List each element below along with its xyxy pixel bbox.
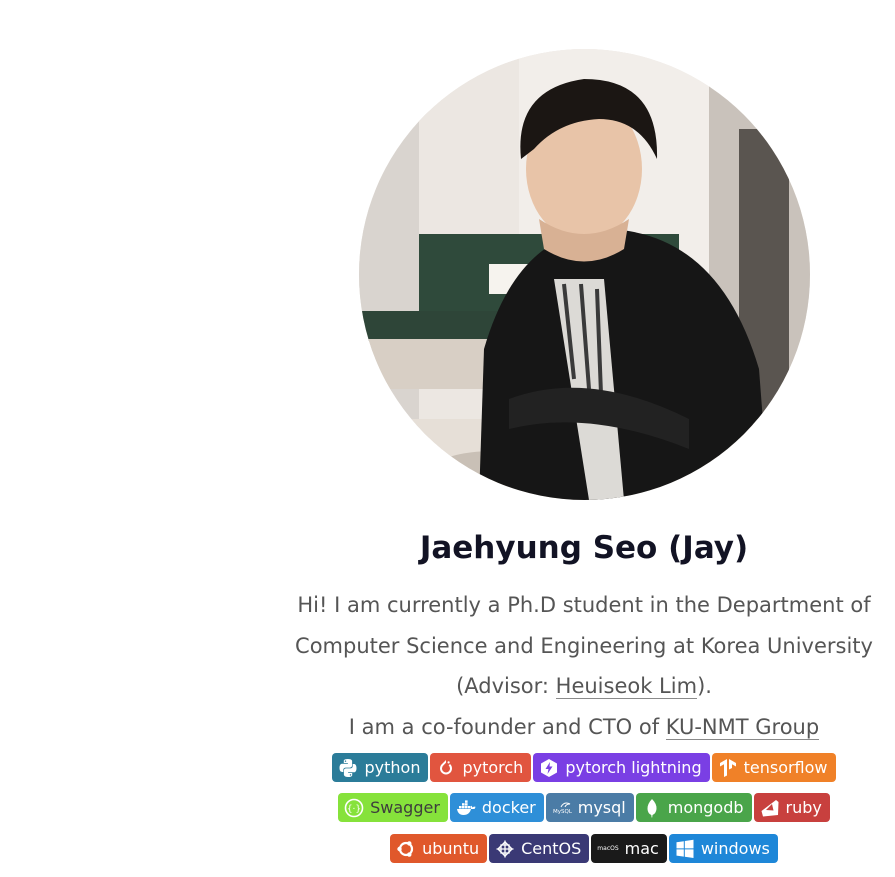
swagger-icon: {·} [344, 798, 364, 818]
tensorflow-icon [718, 758, 738, 778]
badge-tensorflow[interactable]: tensorflow [711, 753, 836, 782]
badge-label: pytorch [462, 758, 524, 777]
bio: Hi! I am currently a Ph.D student in the… [284, 585, 884, 747]
ubuntu-icon [396, 839, 416, 859]
docker-icon [456, 798, 476, 818]
bio-line: Hi! I am currently a Ph.D student in the… [297, 593, 871, 617]
badge-label: mysql [577, 798, 626, 817]
profile-name: Jaehyung Seo (Jay) [419, 530, 749, 566]
badge-label: ruby [785, 798, 822, 817]
badge-ruby[interactable]: ruby [753, 793, 830, 822]
bio-line: (Advisor: Heuiseok Lim). [284, 666, 884, 707]
badge-row: ubuntu CentOS macOS mac windows [284, 834, 884, 863]
group-link[interactable]: KU-NMT Group [665, 714, 820, 740]
profile-page: Jaehyung Seo (Jay) Hi! I am currently a … [0, 0, 895, 877]
bio-text: I am a co-founder and CTO of [348, 714, 666, 739]
badge-label: pytorch lightning [565, 758, 702, 777]
ruby-icon [760, 798, 780, 818]
windows-icon [675, 839, 695, 859]
badge-windows[interactable]: windows [668, 834, 778, 863]
badge-ubuntu[interactable]: ubuntu [390, 834, 488, 863]
mongodb-icon [642, 798, 662, 818]
badge-pytorch-lightning[interactable]: pytorch lightning [533, 753, 710, 782]
badge-mysql[interactable]: MySQL mysql [545, 793, 634, 822]
svg-text:MySQL: MySQL [553, 809, 572, 815]
badge-pytorch[interactable]: pytorch [430, 753, 532, 782]
badge-mongodb[interactable]: mongodb [635, 793, 752, 822]
badge-label: Swagger [370, 798, 440, 817]
apple-icon: macOS [597, 845, 619, 852]
bio-text: ). [697, 674, 712, 698]
badge-mac[interactable]: macOS mac [591, 834, 667, 863]
svg-text:{·}: {·} [347, 804, 361, 814]
bio-line: I am a co-founder and CTO of KU-NMT Grou… [284, 707, 884, 748]
badge-python[interactable]: python [332, 753, 429, 782]
badge-label: windows [700, 839, 770, 858]
bio-line: Computer Science and Engineering at Kore… [295, 633, 873, 658]
lightning-icon [539, 758, 559, 778]
avatar [359, 49, 810, 500]
badge-label: CentOS [521, 839, 582, 858]
badge-label: mongodb [667, 798, 744, 817]
centos-icon [495, 839, 515, 859]
advisor-link[interactable]: Heuiseok Lim [555, 674, 698, 699]
badge-label: mac [624, 839, 659, 858]
badge-label: python [364, 758, 421, 777]
mysql-icon: MySQL [552, 798, 572, 818]
badge-centos[interactable]: CentOS [489, 834, 590, 863]
badge-swagger[interactable]: {·} Swagger [338, 793, 448, 822]
badge-label: ubuntu [422, 839, 480, 858]
bio-text: (Advisor: [456, 674, 556, 698]
python-icon [338, 758, 358, 778]
badge-row: python pytorch pytorch lightning tensorf… [284, 753, 884, 782]
badge-label: tensorflow [743, 758, 828, 777]
badge-docker[interactable]: docker [449, 793, 544, 822]
badge-row: {·} Swagger docker MySQL mysql mongodb r… [284, 793, 884, 822]
avatar-photo [359, 49, 810, 500]
badge-label: docker [481, 798, 536, 817]
pytorch-icon [436, 758, 456, 778]
